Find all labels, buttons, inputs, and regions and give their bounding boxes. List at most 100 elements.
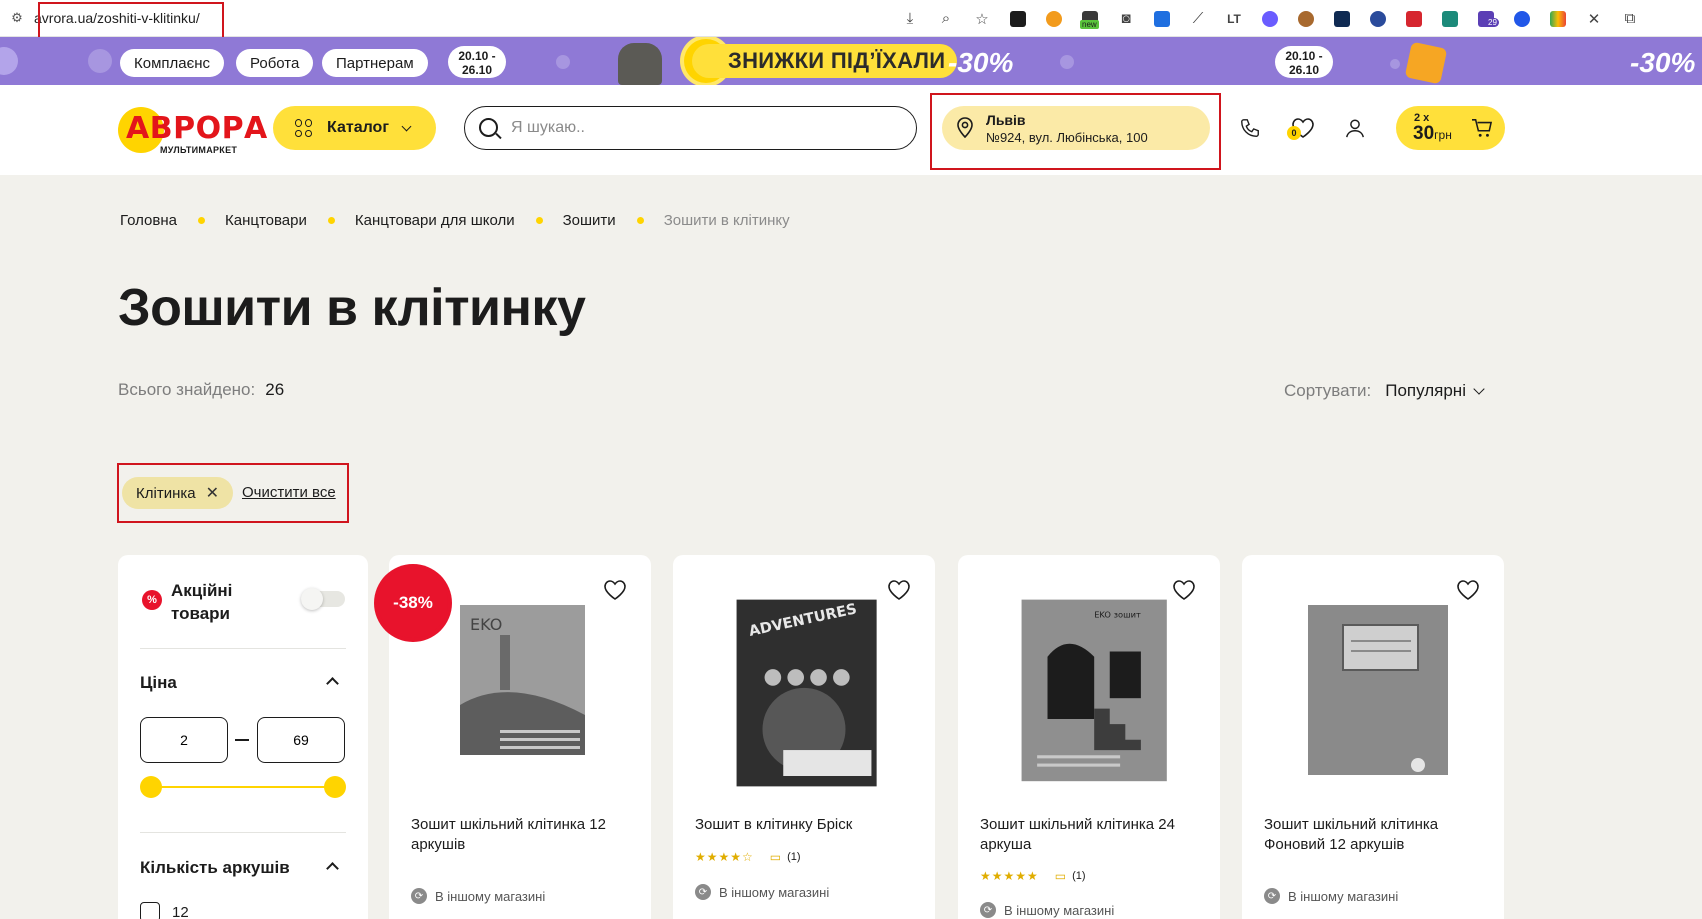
cart-button[interactable]: 2 х 30грн <box>1396 106 1505 150</box>
breadcrumb-separator <box>198 217 205 224</box>
breadcrumb-separator <box>535 217 543 224</box>
price-min-input[interactable] <box>140 717 228 763</box>
catalog-button[interactable]: Каталог <box>273 106 436 150</box>
logo-subtitle: МУЛЬТИМАРКЕТ <box>160 145 238 155</box>
review-icon: ▭ <box>1054 869 1067 883</box>
availability: ⟳ В іншому магазині <box>980 902 1114 918</box>
product-name[interactable]: Зошит в клітинку Бріск <box>695 815 915 835</box>
extension-9-icon[interactable] <box>1360 0 1396 37</box>
store-icon: ⟳ <box>695 884 711 900</box>
search-bar[interactable] <box>464 106 917 150</box>
chevron-down-icon[interactable] <box>1473 382 1485 395</box>
install-icon[interactable]: ⤓ <box>892 0 928 37</box>
extension-1-icon[interactable] <box>1000 0 1036 37</box>
site-header: АВРОРА МУЛЬТИМАРКЕТ Каталог Львів №924, … <box>0 85 1702 175</box>
store-location-button[interactable]: Львів №924, вул. Любінська, 100 <box>942 106 1210 150</box>
extensions-icon[interactable]: ⧉ <box>1612 0 1648 37</box>
extension-2-icon[interactable] <box>1036 0 1072 37</box>
promo-percent: -30% <box>948 47 1014 78</box>
close-icon[interactable]: ✕ <box>206 483 219 503</box>
heart-icon[interactable] <box>603 579 627 601</box>
product-card[interactable]: Зошит шкільний клітинка Фоновий 12 аркуш… <box>1242 555 1504 919</box>
price-slider-max-handle[interactable] <box>324 776 346 798</box>
extension-6-icon[interactable]: LT <box>1216 0 1252 37</box>
active-filter-chip[interactable]: Клітинка ✕ <box>122 477 233 509</box>
svg-text:EKO: EKO <box>470 615 502 634</box>
heart-icon[interactable] <box>887 579 911 601</box>
chevron-down-icon <box>401 121 412 131</box>
logo-text: АВРОРА <box>126 111 268 146</box>
heart-icon[interactable] <box>1456 579 1480 601</box>
zoom-icon[interactable]: ⌕ <box>928 0 964 37</box>
breadcrumb-notebooks[interactable]: Зошити <box>563 212 616 229</box>
product-image: EKO зошит <box>1021 599 1167 782</box>
sheets-option-label: 12 <box>172 904 189 919</box>
address-bar[interactable]: avrora.ua/zoshiti-v-klitinku/ <box>34 10 200 26</box>
product-image <box>1308 605 1448 775</box>
availability-text: В іншому магазині <box>719 884 830 900</box>
extension-4-icon[interactable] <box>1144 0 1180 37</box>
extension-7-icon[interactable] <box>1252 0 1288 37</box>
extension-13-icon[interactable] <box>1504 0 1540 37</box>
extension-14-icon[interactable] <box>1540 0 1576 37</box>
camera-icon[interactable]: ◙ <box>1108 0 1144 37</box>
review-count[interactable]: (1) <box>1072 870 1085 882</box>
cookie-icon[interactable] <box>1288 0 1324 37</box>
results-count-value: 26 <box>265 380 285 399</box>
price-filter-title[interactable]: Ціна <box>140 673 177 693</box>
cart-sum: 30 <box>1413 123 1435 144</box>
price-slider-track <box>151 786 333 788</box>
svg-text:EKO зошит: EKO зошит <box>1094 609 1141 619</box>
sort-label: Сортувати: <box>1284 381 1372 400</box>
breadcrumb-school-stationery[interactable]: Канцтовари для школи <box>355 212 515 229</box>
price-slider-min-handle[interactable] <box>140 776 162 798</box>
clear-all-filters-link[interactable]: Очистити все <box>242 484 336 501</box>
extension-11-icon[interactable] <box>1432 0 1468 37</box>
store-icon: ⟳ <box>980 902 996 918</box>
price-max-input[interactable] <box>257 717 345 763</box>
sheets-filter-title[interactable]: Кількість аркушів <box>140 858 290 878</box>
site-info-icon[interactable]: ⚙ <box>0 0 34 37</box>
chevron-up-icon[interactable] <box>326 862 339 875</box>
breadcrumb-stationery[interactable]: Канцтовари <box>225 212 307 229</box>
catalog-label: Каталог <box>327 119 389 136</box>
extension-5-icon[interactable]: ⟋ <box>1180 0 1216 37</box>
rating-stars: ★★★★★ <box>980 869 1039 883</box>
breadcrumb-home[interactable]: Головна <box>120 212 177 229</box>
close-icon[interactable]: ✕ <box>1576 0 1612 37</box>
chevron-up-icon[interactable] <box>326 677 339 690</box>
product-name[interactable]: Зошит шкільний клітинка 24 аркуша <box>980 815 1200 855</box>
extension-new-badge: new <box>1080 20 1099 29</box>
extension-12-icon[interactable]: 29 <box>1468 0 1504 37</box>
extension-3-icon[interactable]: new <box>1072 0 1108 37</box>
heart-icon[interactable] <box>1172 579 1196 601</box>
product-rating: ★★★★☆ ▭ (1) <box>695 850 801 864</box>
price-range-dash <box>235 739 249 741</box>
promo-link-jobs[interactable]: Робота <box>236 49 314 77</box>
promo-link-compliance[interactable]: Комплаєнс <box>120 49 225 77</box>
sheets-12-checkbox[interactable] <box>140 902 160 919</box>
promo-decoration <box>0 47 18 75</box>
availability-text: В іншому магазині <box>1288 888 1399 904</box>
extension-10-icon[interactable] <box>1396 0 1432 37</box>
breadcrumb: Головна Канцтовари Канцтовари для школи … <box>120 212 790 229</box>
product-name[interactable]: Зошит шкільний клітинка Фоновий 12 аркуш… <box>1264 815 1484 855</box>
review-count[interactable]: (1) <box>787 851 800 863</box>
store-icon: ⟳ <box>411 888 427 904</box>
extension-8-icon[interactable] <box>1324 0 1360 37</box>
product-name[interactable]: Зошит шкільний клітинка 12 аркушів <box>411 815 631 855</box>
phone-icon[interactable] <box>1237 115 1263 141</box>
availability-text: В іншому магазині <box>1004 902 1115 918</box>
availability-text: В іншому магазині <box>435 888 546 904</box>
logo[interactable]: АВРОРА МУЛЬТИМАРКЕТ <box>118 103 267 155</box>
user-icon[interactable] <box>1342 115 1368 141</box>
promo-toggle[interactable] <box>301 588 345 610</box>
product-card[interactable]: EKO зошит Зошит шкільний клітинка 24 арк… <box>958 555 1220 919</box>
promo-link-partners[interactable]: Партнерам <box>322 49 428 77</box>
product-image: ADVENTURES <box>736 599 877 787</box>
product-card[interactable]: ADVENTURES Зошит в клітинку Бріск ★★★★☆ ▭… <box>673 555 935 919</box>
sort-dropdown[interactable]: Популярні <box>1385 381 1466 401</box>
bookmark-star-icon[interactable]: ☆ <box>964 0 1000 37</box>
promo-banner[interactable]: Комплаєнс Робота Партнерам 20.10 - 26.10… <box>0 37 1702 85</box>
search-input[interactable] <box>511 119 891 137</box>
